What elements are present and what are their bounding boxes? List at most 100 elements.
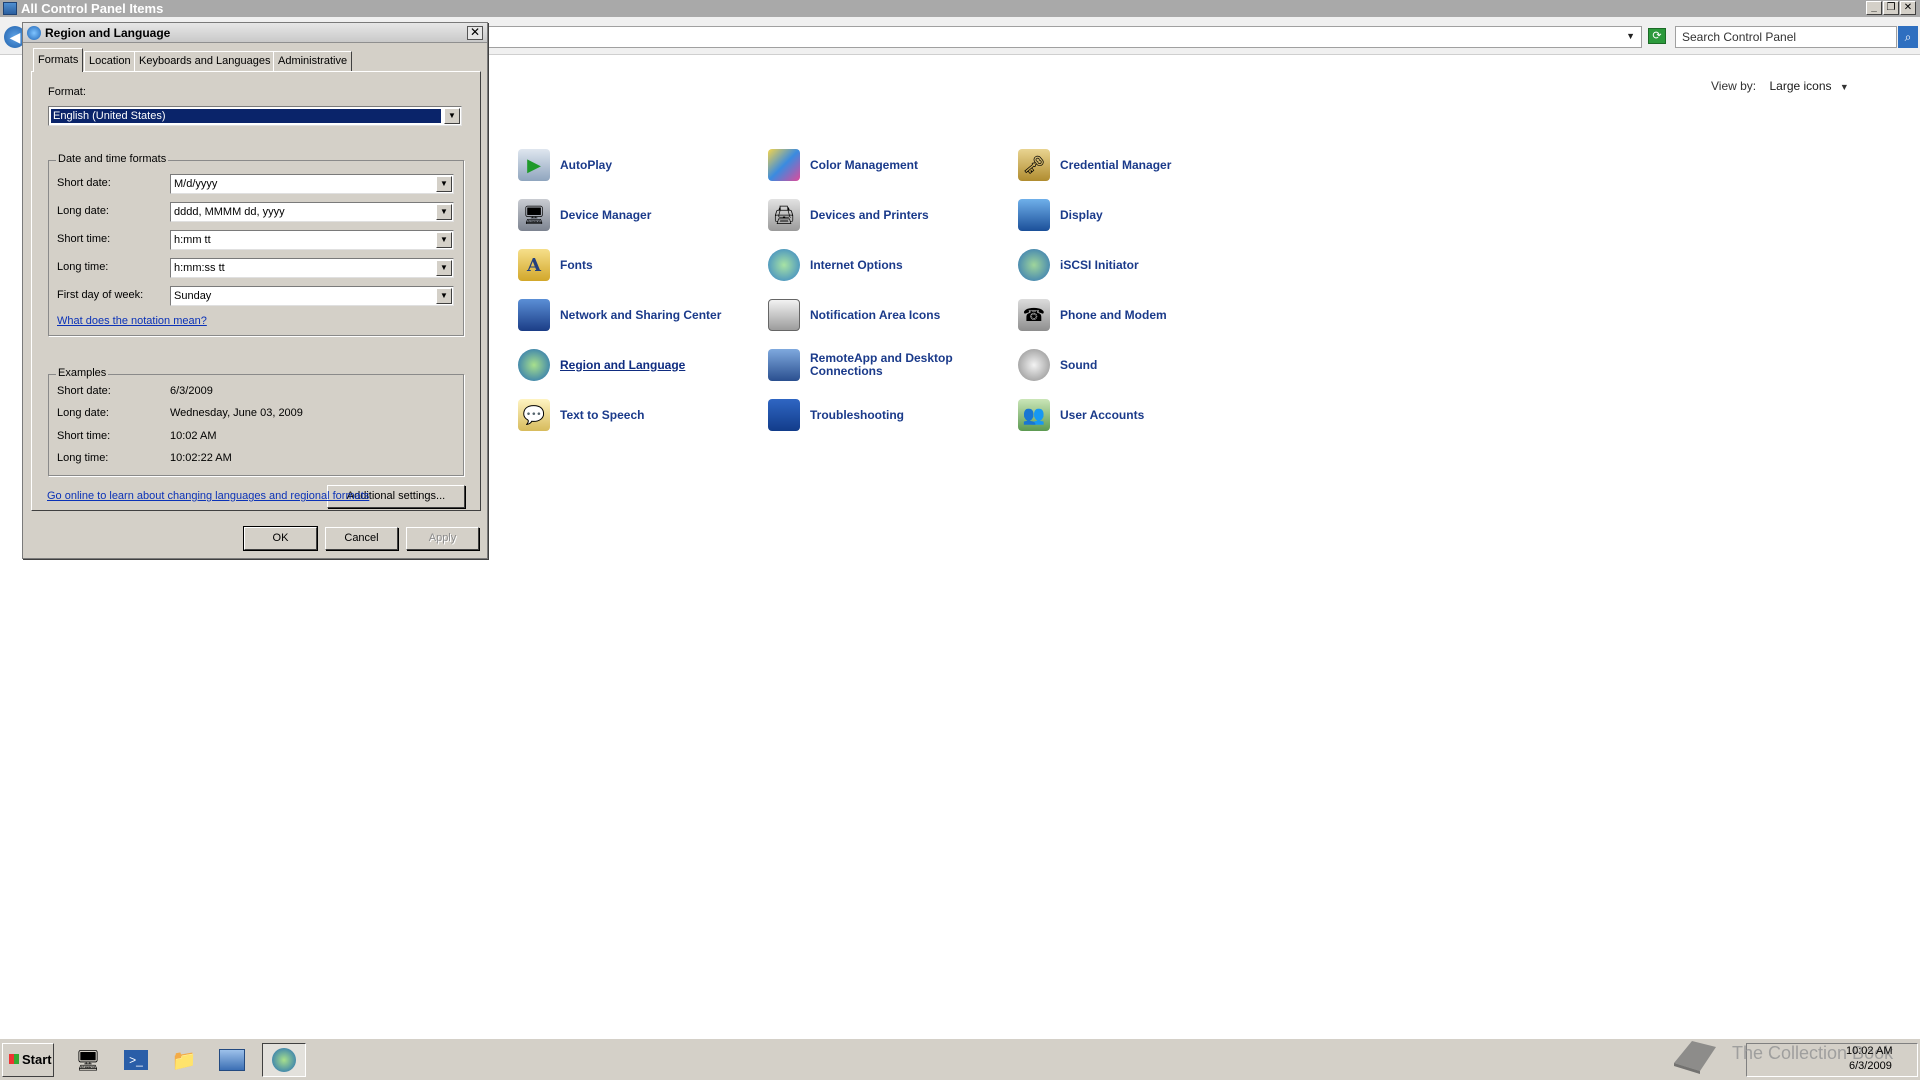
dialog-title: Region and Language [45, 26, 171, 40]
troubleshooting-icon [768, 399, 800, 431]
tab-location[interactable]: Location [84, 51, 136, 71]
long-time-select[interactable]: h:mm:ss tt ▼ [170, 258, 454, 278]
item-label: Region and Language [560, 357, 686, 372]
item-label: Credential Manager [1060, 157, 1172, 172]
short-date-label: Short date: [57, 177, 111, 189]
online-help-link[interactable]: Go online to learn about changing langua… [47, 490, 369, 502]
clock-date[interactable]: 6/3/2009 [1849, 1060, 1892, 1072]
item-credential-manager[interactable]: 🗝 Credential Manager [1018, 145, 1171, 185]
format-select-value: English (United States) [51, 109, 441, 123]
item-notification-area-icons[interactable]: Notification Area Icons [768, 295, 940, 335]
item-label: Devices and Printers [810, 207, 929, 222]
item-region-and-language[interactable]: Region and Language [518, 345, 685, 385]
item-remoteapp[interactable]: RemoteApp and Desktop Connections [768, 345, 953, 385]
view-by-value[interactable]: Large icons [1769, 79, 1831, 93]
region-language-taskbar-icon[interactable] [262, 1043, 306, 1077]
short-time-value: h:mm tt [174, 234, 211, 246]
ok-button[interactable]: OK [243, 526, 318, 551]
server-manager-icon[interactable]: 🖥 [66, 1043, 110, 1077]
item-iscsi-initiator[interactable]: iSCSI Initiator [1018, 245, 1139, 285]
chevron-down-icon[interactable]: ▼ [444, 108, 460, 124]
item-label: iSCSI Initiator [1060, 257, 1139, 272]
format-select[interactable]: English (United States) ▼ [48, 106, 462, 126]
chevron-down-icon[interactable]: ▼ [1840, 82, 1849, 92]
example-long-date-value: Wednesday, June 03, 2009 [170, 407, 303, 419]
item-devices-and-printers[interactable]: 🖨 Devices and Printers [768, 195, 929, 235]
minimize-button[interactable]: _ [1866, 1, 1882, 15]
item-label: Notification Area Icons [810, 307, 941, 322]
short-date-select[interactable]: M/d/yyyy ▼ [170, 174, 454, 194]
example-short-date-value: 6/3/2009 [170, 385, 213, 397]
item-label: Troubleshooting [810, 407, 904, 422]
item-troubleshooting[interactable]: Troubleshooting [768, 395, 904, 435]
long-date-select[interactable]: dddd, MMMM dd, yyyy ▼ [170, 202, 454, 222]
dialog-close-button[interactable]: ✕ [467, 26, 483, 40]
item-text-to-speech[interactable]: 💬 Text to Speech [518, 395, 644, 435]
autoplay-icon: ▶ [518, 149, 550, 181]
chevron-down-icon[interactable]: ▼ [436, 204, 452, 220]
tab-formats[interactable]: Formats [33, 48, 84, 72]
item-device-manager[interactable]: 🖥 Device Manager [518, 195, 651, 235]
format-label: Format: [48, 86, 86, 98]
formats-tab-panel: Format: English (United States) ▼ Date a… [31, 71, 481, 511]
item-user-accounts[interactable]: 👥 User Accounts [1018, 395, 1144, 435]
chevron-down-icon[interactable]: ▼ [1626, 31, 1635, 41]
control-panel-taskbar-icon[interactable] [210, 1043, 254, 1077]
notation-help-link[interactable]: What does the notation mean? [57, 315, 207, 327]
globe-icon [27, 26, 41, 40]
view-by-control[interactable]: View by: Large icons ▼ [1711, 79, 1849, 93]
book-icon [1674, 1041, 1716, 1074]
close-window-button[interactable]: ✕ [1900, 1, 1916, 15]
credential-manager-icon: 🗝 [1018, 149, 1050, 181]
long-date-value: dddd, MMMM dd, yyyy [174, 206, 285, 218]
clock-time[interactable]: 10:02 AM [1846, 1045, 1892, 1057]
internet-options-icon [768, 249, 800, 281]
short-time-select[interactable]: h:mm tt ▼ [170, 230, 454, 250]
short-date-value: M/d/yyyy [174, 178, 218, 190]
item-internet-options[interactable]: Internet Options [768, 245, 903, 285]
color-management-icon [768, 149, 800, 181]
device-manager-icon: 🖥 [518, 199, 550, 231]
tab-keyboards-languages[interactable]: Keyboards and Languages [134, 51, 276, 71]
long-time-label: Long time: [57, 261, 109, 273]
item-label: Color Management [810, 157, 919, 172]
example-long-time-label: Long time: [57, 452, 109, 464]
chevron-down-icon[interactable]: ▼ [436, 260, 452, 276]
devices-printers-icon: 🖨 [768, 199, 800, 231]
item-fonts[interactable]: A Fonts [518, 245, 593, 285]
item-label-line1: RemoteApp and Desktop [810, 351, 953, 365]
example-long-date-label: Long date: [57, 407, 109, 419]
user-accounts-icon: 👥 [1018, 399, 1050, 431]
first-day-select[interactable]: Sunday ▼ [170, 286, 454, 306]
chevron-down-icon[interactable]: ▼ [436, 288, 452, 304]
item-network-sharing[interactable]: Network and Sharing Center [518, 295, 721, 335]
item-label: Device Manager [560, 207, 652, 222]
item-label: Internet Options [810, 257, 903, 272]
tab-administrative[interactable]: Administrative [273, 51, 353, 71]
search-input[interactable]: Search Control Panel [1675, 26, 1897, 48]
apply-button[interactable]: Apply [406, 527, 479, 550]
start-button[interactable]: Start [2, 1043, 54, 1077]
search-icon[interactable]: ⌕ [1898, 26, 1918, 48]
item-display[interactable]: Display [1018, 195, 1103, 235]
example-short-date-label: Short date: [57, 385, 111, 397]
chevron-down-icon[interactable]: ▼ [436, 176, 452, 192]
sound-icon [1018, 349, 1050, 381]
cancel-button[interactable]: Cancel [325, 527, 398, 550]
item-sound[interactable]: Sound [1018, 345, 1097, 385]
chevron-down-icon[interactable]: ▼ [436, 232, 452, 248]
item-autoplay[interactable]: ▶ AutoPlay [518, 145, 612, 185]
example-long-time-value: 10:02:22 AM [170, 452, 232, 464]
explorer-folder-icon[interactable]: 📁 [162, 1043, 206, 1077]
address-field[interactable]: ▼ [480, 26, 1642, 48]
text-to-speech-icon: 💬 [518, 399, 550, 431]
item-phone-and-modem[interactable]: ☎ Phone and Modem [1018, 295, 1167, 335]
start-label: Start [22, 1052, 52, 1067]
long-date-label: Long date: [57, 205, 109, 217]
item-label: Display [1060, 207, 1103, 222]
refresh-icon[interactable]: ⟳ [1648, 28, 1666, 44]
restore-button[interactable]: ❐ [1883, 1, 1899, 15]
powershell-icon[interactable]: >_ [114, 1043, 158, 1077]
item-label: Phone and Modem [1060, 307, 1167, 322]
item-color-management[interactable]: Color Management [768, 145, 918, 185]
